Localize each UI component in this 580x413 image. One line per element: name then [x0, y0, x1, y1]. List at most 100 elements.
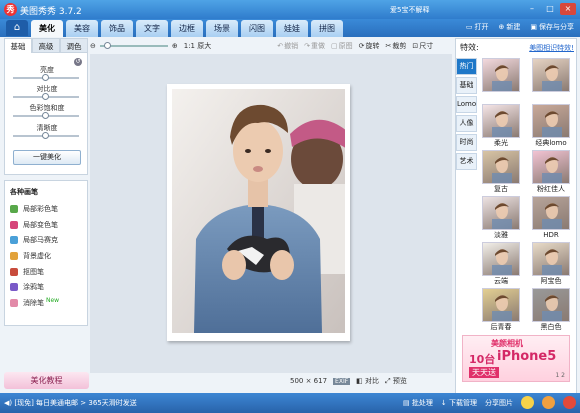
contrast-slider[interactable]	[13, 93, 79, 100]
ad-banner[interactable]: 美颜相机 10台 iPhone5 天天送 1 2	[462, 335, 570, 382]
share-image-button[interactable]: 分享图片	[485, 398, 513, 408]
sharpness-knob[interactable]	[42, 132, 49, 139]
effect-item[interactable]: 云端	[480, 242, 522, 286]
new-button[interactable]: ⊕ 新建	[499, 22, 521, 32]
brightness-knob[interactable]	[42, 74, 49, 81]
actual-size-button[interactable]: 1:1 原大	[184, 41, 212, 51]
effect-thumbnail	[532, 196, 570, 230]
redo-button[interactable]: ↷ 重做	[304, 41, 325, 51]
recolor-brush-icon	[10, 220, 18, 229]
subtab-basic[interactable]: 基础	[4, 38, 32, 53]
module-tabs: 美化 美容 饰品 文字 边框 场景 闪图 娃娃 拼图	[31, 20, 343, 37]
effect-item[interactable]: HDR	[530, 196, 572, 240]
home-icon[interactable]: ⌂	[6, 20, 28, 36]
exif-button[interactable]: EXIF	[333, 377, 351, 385]
main-nav: ⌂ 美化 美容 饰品 文字 边框 场景 闪图 娃娃 拼图 ▭ 打开 ⊕ 新建 ▣ 保存…	[0, 19, 580, 37]
news-ticker[interactable]: ◀) [现免] 每日美通电邮 > 365天滑时发送	[4, 398, 137, 408]
resize-button[interactable]: ⊡ 尺寸	[412, 41, 433, 51]
beautify-tutorial-button[interactable]: 美化教程	[4, 372, 89, 389]
brush-item-doodle[interactable]: 涂鸦笔	[10, 279, 82, 295]
tab-text[interactable]: 文字	[136, 20, 168, 37]
user-name[interactable]: 爱5宝不解释	[390, 5, 429, 15]
download-manager-button[interactable]: ↓ 下载管理	[441, 398, 477, 408]
effect-item[interactable]: 阿宝色	[530, 242, 572, 286]
zoom-knob[interactable]	[103, 42, 111, 49]
effect-item[interactable]: 淡雅	[480, 196, 522, 240]
effect-thumbnail	[532, 58, 570, 92]
effect-cat-fashion[interactable]: 时尚	[456, 134, 477, 151]
maximize-button[interactable]: □	[542, 3, 558, 15]
ad-text-promo: 天天送	[469, 367, 499, 378]
effect-item[interactable]: 柔光	[480, 104, 522, 148]
effect-label: 淡雅	[494, 231, 508, 239]
zoom-out-icon[interactable]: ⊖	[90, 42, 96, 50]
subtab-advanced[interactable]: 高级	[32, 38, 60, 53]
brush-label: 局部彩色笔	[23, 204, 58, 213]
brush-item-recolor[interactable]: 局部变色笔	[10, 217, 82, 233]
effect-preview-image	[492, 249, 512, 275]
tab-face[interactable]: 美容	[66, 20, 98, 37]
effect-item[interactable]: 粉红佳人	[530, 150, 572, 194]
compare-button[interactable]: ◧ 对比	[356, 376, 379, 386]
effect-cat-portrait[interactable]: 人像	[456, 115, 477, 132]
brush-item-mosaic[interactable]: 局部马赛克	[10, 232, 82, 248]
effect-cat-lomo[interactable]: Lomo	[456, 96, 477, 113]
tab-frame[interactable]: 边框	[171, 20, 203, 37]
tab-flash[interactable]: 闪图	[241, 20, 273, 37]
effect-preview-image	[542, 295, 562, 321]
brush-item-partial-color[interactable]: 局部彩色笔	[10, 201, 82, 217]
bottom-bar: ◀) [现免] 每日美通电邮 > 365天滑时发送 ▤ 批处理 ↓ 下载管理 分…	[0, 393, 580, 413]
tab-scene[interactable]: 场景	[206, 20, 238, 37]
saturation-slider[interactable]	[13, 112, 79, 119]
effect-thumbnail	[482, 196, 520, 230]
subtab-color[interactable]: 调色	[60, 38, 88, 53]
speaker-icon: ◀)	[4, 399, 13, 407]
effect-label	[530, 92, 572, 102]
brush-item-blur-background[interactable]: 背景虚化	[10, 248, 82, 264]
batch-button[interactable]: ▤ 批处理	[403, 398, 433, 408]
tab-collage[interactable]: 拼图	[311, 20, 343, 37]
effect-item[interactable]: 复古	[480, 150, 522, 194]
contrast-knob[interactable]	[42, 93, 49, 100]
brightness-slider[interactable]	[13, 74, 79, 81]
qzone-icon[interactable]	[542, 396, 555, 409]
original-button[interactable]: ▢ 原图	[331, 41, 353, 51]
close-button[interactable]: ×	[560, 3, 576, 15]
preview-label: 预览	[392, 377, 407, 385]
effect-cat-hot[interactable]: 热门	[456, 58, 477, 75]
save-share-button[interactable]: ▣ 保存与分享	[530, 22, 574, 32]
saturation-knob[interactable]	[42, 112, 49, 119]
minimize-button[interactable]: –	[524, 3, 540, 15]
effect-cat-art[interactable]: 艺术	[456, 153, 477, 170]
effect-item[interactable]: 后青春	[480, 288, 522, 332]
effect-cat-basic[interactable]: 基础	[456, 77, 477, 94]
bottom-actions: ▤ 批处理 ↓ 下载管理 分享图片	[403, 396, 576, 409]
effect-item[interactable]: 经典lomo	[530, 104, 572, 148]
effects-title: 特效:	[460, 43, 479, 52]
effect-item[interactable]	[480, 58, 522, 102]
one-key-beautify-button[interactable]: 一键美化	[13, 150, 81, 165]
batch-icon: ▤	[403, 398, 410, 407]
zoom-slider[interactable]	[99, 42, 168, 49]
effect-thumbnail	[532, 288, 570, 322]
preview-button[interactable]: ⤢ 预览	[385, 376, 407, 386]
rotate-button[interactable]: ⟳ 旋转	[359, 41, 380, 51]
favorite-icon[interactable]	[521, 396, 534, 409]
effect-item[interactable]	[530, 58, 572, 102]
sharpness-slider[interactable]	[13, 132, 79, 139]
crop-button[interactable]: ✂ 裁剪	[386, 41, 407, 51]
tab-accessories[interactable]: 饰品	[101, 20, 133, 37]
effect-item[interactable]: 黑白色	[530, 288, 572, 332]
effects-link[interactable]: 美图相识特效!	[529, 41, 574, 55]
brush-item-eraser[interactable]: 消除笔 New	[10, 295, 82, 311]
open-button[interactable]: ▭ 打开	[466, 22, 489, 32]
tab-beautify[interactable]: 美化	[31, 20, 63, 37]
effect-preview-image	[492, 111, 512, 137]
tab-doll[interactable]: 娃娃	[276, 20, 308, 37]
eraser-brush-icon	[10, 298, 18, 307]
weibo-icon[interactable]	[563, 396, 576, 409]
brush-item-cutout[interactable]: 抠图笔	[10, 264, 82, 280]
ad-pager[interactable]: 1 2	[555, 372, 565, 379]
zoom-in-icon[interactable]: ⊕	[172, 42, 178, 50]
undo-button[interactable]: ↶ 撤销	[277, 41, 298, 51]
